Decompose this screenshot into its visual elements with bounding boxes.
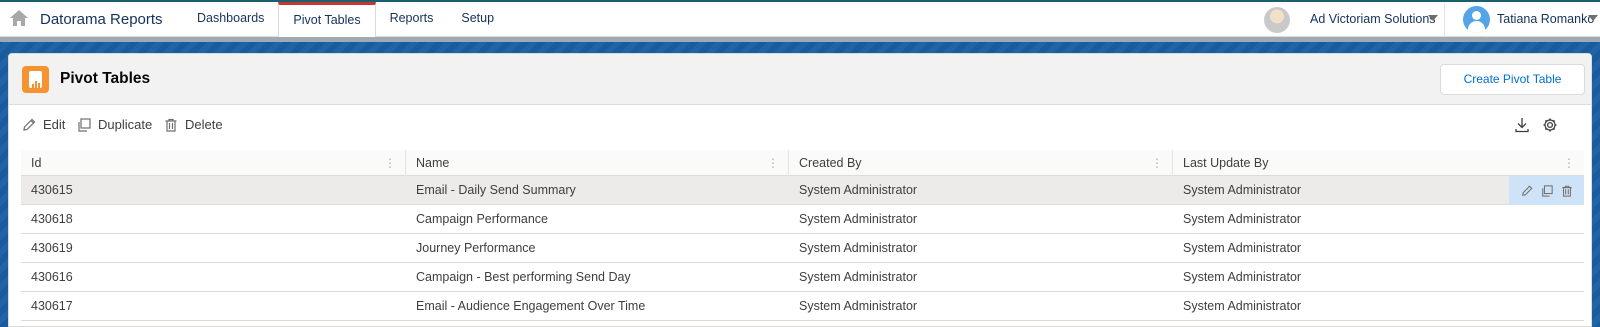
duplicate-button[interactable]: Duplicate (77, 117, 152, 132)
column-menu-icon[interactable]: ⋮ (384, 150, 396, 176)
cell-created-by: System Administrator (799, 183, 918, 197)
org-switcher[interactable]: Ad Victoriam Solutions (1310, 12, 1436, 26)
trash-icon[interactable] (1561, 185, 1573, 197)
table-row[interactable]: 430616 Campaign - Best performing Send D… (21, 263, 1584, 292)
edit-button[interactable]: Edit (22, 117, 65, 132)
cell-last-update-by: System Administrator (1183, 212, 1302, 226)
cell-last-update-by: System Administrator (1183, 270, 1302, 284)
delete-label: Delete (185, 117, 223, 132)
cell-last-update-by: System Administrator (1183, 241, 1302, 255)
app-name: Datorama Reports (40, 11, 163, 28)
tab-setup[interactable]: Setup (447, 2, 508, 37)
table-header: Id ⋮ Name ⋮ Created By ⋮ Last Update By ⋮ (21, 150, 1584, 176)
tab-pivot-tables[interactable]: Pivot Tables (278, 2, 376, 39)
column-menu-icon[interactable]: ⋮ (1563, 150, 1575, 176)
trash-icon (165, 118, 177, 132)
pivot-table-icon (22, 66, 49, 93)
cell-name: Email - Audience Engagement Over Time (416, 299, 646, 313)
cell-id: 430617 (31, 299, 73, 313)
top-bar: Datorama Reports Dashboards Pivot Tables… (0, 0, 1600, 39)
chevron-down-icon[interactable] (1588, 15, 1598, 21)
avatar[interactable] (1463, 6, 1490, 33)
row-actions (1509, 176, 1584, 205)
user-menu[interactable]: Tatiana Romanko (1497, 12, 1594, 26)
cell-name: Journey Performance (416, 241, 536, 255)
create-pivot-table-button[interactable]: Create Pivot Table (1440, 64, 1585, 95)
column-header-name[interactable]: Name ⋮ (406, 150, 789, 176)
delete-button[interactable]: Delete (164, 117, 223, 132)
cell-id: 430619 (31, 241, 73, 255)
tab-reports[interactable]: Reports (376, 2, 448, 37)
table-row[interactable]: 430618 Campaign Performance System Admin… (21, 205, 1584, 234)
column-header-created-by[interactable]: Created By ⋮ (789, 150, 1173, 176)
column-header-id[interactable]: Id ⋮ (21, 150, 406, 176)
duplicate-label: Duplicate (98, 117, 153, 132)
column-menu-icon[interactable]: ⋮ (767, 150, 779, 176)
column-header-last-update-by[interactable]: Last Update By ⋮ (1173, 150, 1584, 176)
pencil-icon[interactable] (1521, 185, 1533, 197)
cell-id: 430616 (31, 270, 73, 284)
cell-created-by: System Administrator (799, 299, 918, 313)
background-stripe (0, 37, 1600, 42)
divider (1444, 2, 1445, 37)
card-header: Pivot Tables Create Pivot Table (9, 54, 1591, 105)
org-avatar[interactable] (1264, 7, 1290, 33)
home-icon[interactable] (9, 9, 29, 27)
tab-dashboards[interactable]: Dashboards (183, 2, 278, 37)
cell-last-update-by: System Administrator (1183, 299, 1302, 313)
table-row[interactable]: 430615 Email - Daily Send Summary System… (21, 176, 1584, 205)
cell-name: Campaign - Best performing Send Day (416, 270, 631, 284)
table-row[interactable]: 430619 Journey Performance System Admini… (21, 234, 1584, 263)
duplicate-icon[interactable] (1541, 184, 1553, 197)
gear-icon[interactable] (1542, 117, 1558, 133)
cell-id: 430618 (31, 212, 73, 226)
download-icon[interactable] (1514, 117, 1530, 133)
duplicate-icon (78, 117, 91, 132)
cell-created-by: System Administrator (799, 270, 918, 284)
table-row[interactable]: 430617 Email - Audience Engagement Over … (21, 292, 1584, 321)
pivot-tables-table: Id ⋮ Name ⋮ Created By ⋮ Last Update By ⋮ 43… (21, 150, 1584, 321)
edit-label: Edit (43, 117, 66, 132)
main-nav: Dashboards Pivot Tables Reports Setup (183, 2, 508, 39)
cell-id: 430615 (31, 183, 73, 197)
page-title: Pivot Tables (60, 70, 151, 87)
cell-created-by: System Administrator (799, 241, 918, 255)
pivot-tables-card: Pivot Tables Create Pivot Table Edit Dup… (8, 53, 1592, 327)
chevron-down-icon[interactable] (1428, 15, 1438, 21)
cell-created-by: System Administrator (799, 212, 918, 226)
cell-name: Campaign Performance (416, 212, 549, 226)
toolbar: Edit Duplicate Delete (9, 105, 1591, 149)
column-menu-icon[interactable]: ⋮ (1151, 150, 1163, 176)
pencil-icon (23, 118, 36, 131)
cell-name: Email - Daily Send Summary (416, 183, 576, 197)
